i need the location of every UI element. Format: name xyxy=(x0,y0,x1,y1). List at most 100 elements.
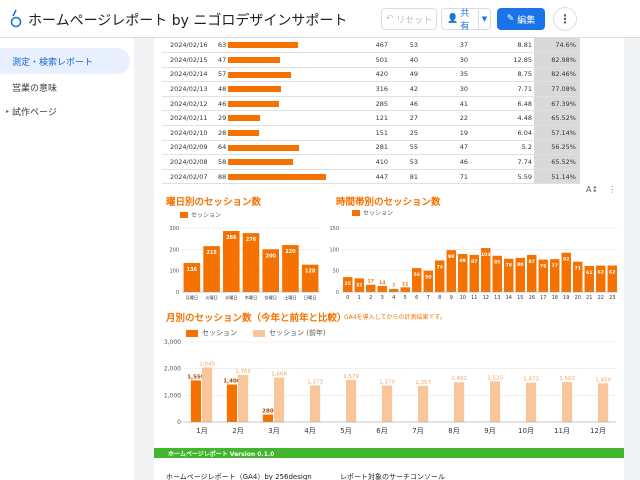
x-tick-label: 水曜日 xyxy=(225,294,238,301)
cell-value-3: 30 xyxy=(420,81,470,97)
cell-value-3: 35 xyxy=(420,67,470,83)
x-tick-label: 9月 xyxy=(484,427,495,435)
legend-swatch xyxy=(352,209,360,216)
cell-value-2: 40 xyxy=(390,52,420,68)
bar xyxy=(526,382,537,422)
x-tick-label: 16 xyxy=(529,295,535,301)
cell-percent: 51.14% xyxy=(534,169,580,185)
x-tick-label: 木曜日 xyxy=(245,294,258,301)
x-tick-label: 20 xyxy=(575,295,581,301)
cell-value-4: 8.81 xyxy=(470,38,534,54)
data-label: 1,666 xyxy=(271,372,287,378)
x-tick-label: 15 xyxy=(517,295,523,301)
cell-value-1: 501 xyxy=(336,52,390,68)
data-label: 56 xyxy=(414,272,420,278)
sessions-value: 64 xyxy=(218,143,227,152)
hour-chart: 0501001503503211721437411556650774898989… xyxy=(329,226,618,301)
data-label: 1,525 xyxy=(487,375,503,381)
bar xyxy=(310,385,321,422)
sessions-bar xyxy=(228,100,279,107)
bar xyxy=(274,377,285,422)
y-tick-label: 100 xyxy=(329,247,339,253)
add-person-icon: 👤 xyxy=(447,14,459,24)
report-canvas: 2024/02/16 63 467 53 37 8.81 74.6% 2024/02/15 47… xyxy=(154,38,624,480)
y-tick-label: 50 xyxy=(333,269,339,275)
sessions-bar xyxy=(228,159,293,166)
data-label: 89 xyxy=(460,258,466,264)
data-label: 1,579 xyxy=(343,374,359,380)
cell-value-1: 151 xyxy=(336,125,390,141)
sessions-value: 57 xyxy=(218,70,227,79)
table-row: 2024/02/13 48 316 42 30 7.71 77.08% xyxy=(162,81,580,97)
more-options-icon[interactable]: ⋮ xyxy=(553,7,577,31)
data-label: 280 xyxy=(262,409,274,415)
cell-sessions: 64 xyxy=(216,140,336,156)
expand-caret-icon[interactable]: ▸ xyxy=(6,108,9,115)
chart-menu-icon[interactable]: ⋮ xyxy=(608,185,616,194)
data-label: 1,357 xyxy=(415,380,431,386)
cell-date: 2024/02/10 xyxy=(162,125,216,141)
x-tick-label: 5月 xyxy=(340,427,351,435)
cell-value-2: 42 xyxy=(390,81,420,97)
cell-value-3: 71 xyxy=(420,169,470,185)
cell-sessions: 28 xyxy=(216,125,336,141)
app-header: ホームページレポート by ニゴロデザインサポート ↶ リセット 👤 共有 ▼ … xyxy=(0,0,640,38)
sort-icon[interactable]: A↕ xyxy=(586,185,598,194)
y-tick-label: 0 xyxy=(177,419,181,426)
page-navigation: 測定・検索レポート 営業の意味 ▸ 試作ページ xyxy=(0,38,134,480)
cell-value-1: 447 xyxy=(336,169,390,185)
data-label: 1,765 xyxy=(235,369,251,375)
x-tick-label: 5 xyxy=(404,295,407,301)
cell-value-3: 47 xyxy=(420,140,470,156)
sessions-bar xyxy=(228,144,299,151)
data-label: 1,473 xyxy=(523,377,539,383)
data-label: 61 xyxy=(586,270,592,276)
share-label: 共有 xyxy=(460,9,470,32)
nav-item-label: 営業の意味 xyxy=(12,83,58,94)
footer-left-text: ホームページレポート（GA4）by 256design xyxy=(166,473,312,480)
data-label: 11 xyxy=(402,281,408,287)
pencil-icon: ✎ xyxy=(506,14,515,24)
cell-value-4: 7.71 xyxy=(470,81,534,97)
cell-value-1: 316 xyxy=(336,81,390,97)
x-tick-label: 日曜日 xyxy=(304,295,317,301)
sessions-value: 28 xyxy=(218,128,227,137)
sessions-value: 63 xyxy=(218,41,227,50)
reset-label: リセット xyxy=(396,15,433,26)
data-label: 276 xyxy=(246,237,257,243)
data-label: 87 xyxy=(529,259,535,265)
x-tick-label: 17 xyxy=(540,295,546,301)
y-tick-label: 1,000 xyxy=(164,392,181,399)
reset-button[interactable]: ↶ リセット xyxy=(381,8,437,30)
bar xyxy=(418,385,429,422)
sessions-bar xyxy=(228,71,291,78)
cell-sessions: 48 xyxy=(216,81,336,97)
cell-percent: 82.46% xyxy=(534,67,580,83)
monthly-chart-note: GA4を導入してからの計測結果です。 xyxy=(344,314,446,321)
cell-date: 2024/02/09 xyxy=(162,140,216,156)
canvas-scrollbar[interactable] xyxy=(628,38,636,480)
sessions-value: 58 xyxy=(218,158,227,167)
nav-item-sales[interactable]: 営業の意味 xyxy=(0,74,130,100)
data-label: 77 xyxy=(552,263,558,269)
bar xyxy=(382,385,393,422)
bar xyxy=(607,265,617,292)
weekday-chart-title: 曜日別のセッション数 xyxy=(166,197,262,208)
nav-item-measurement[interactable]: 測定・検索レポート xyxy=(0,48,130,74)
bar xyxy=(377,286,387,292)
cell-sessions: 63 xyxy=(216,38,336,54)
y-tick-label: 150 xyxy=(329,226,339,232)
share-dropdown-icon[interactable]: ▼ xyxy=(478,9,490,29)
cell-date: 2024/02/16 xyxy=(162,38,216,54)
x-tick-label: 2月 xyxy=(232,427,243,435)
cell-value-1: 285 xyxy=(336,96,390,112)
cell-value-4: 12.85 xyxy=(470,52,534,68)
bar xyxy=(346,379,357,422)
share-button[interactable]: 👤 共有 ▼ xyxy=(441,8,491,32)
cell-value-2: 46 xyxy=(390,96,420,112)
table-row: 2024/02/07 88 447 81 71 5.59 51.14% xyxy=(162,169,580,185)
nav-item-prototype[interactable]: ▸ 試作ページ xyxy=(0,98,130,124)
edit-button[interactable]: ✎ 編集 xyxy=(497,8,545,30)
x-tick-label: 21 xyxy=(586,295,592,301)
undo-icon: ↶ xyxy=(385,14,394,24)
